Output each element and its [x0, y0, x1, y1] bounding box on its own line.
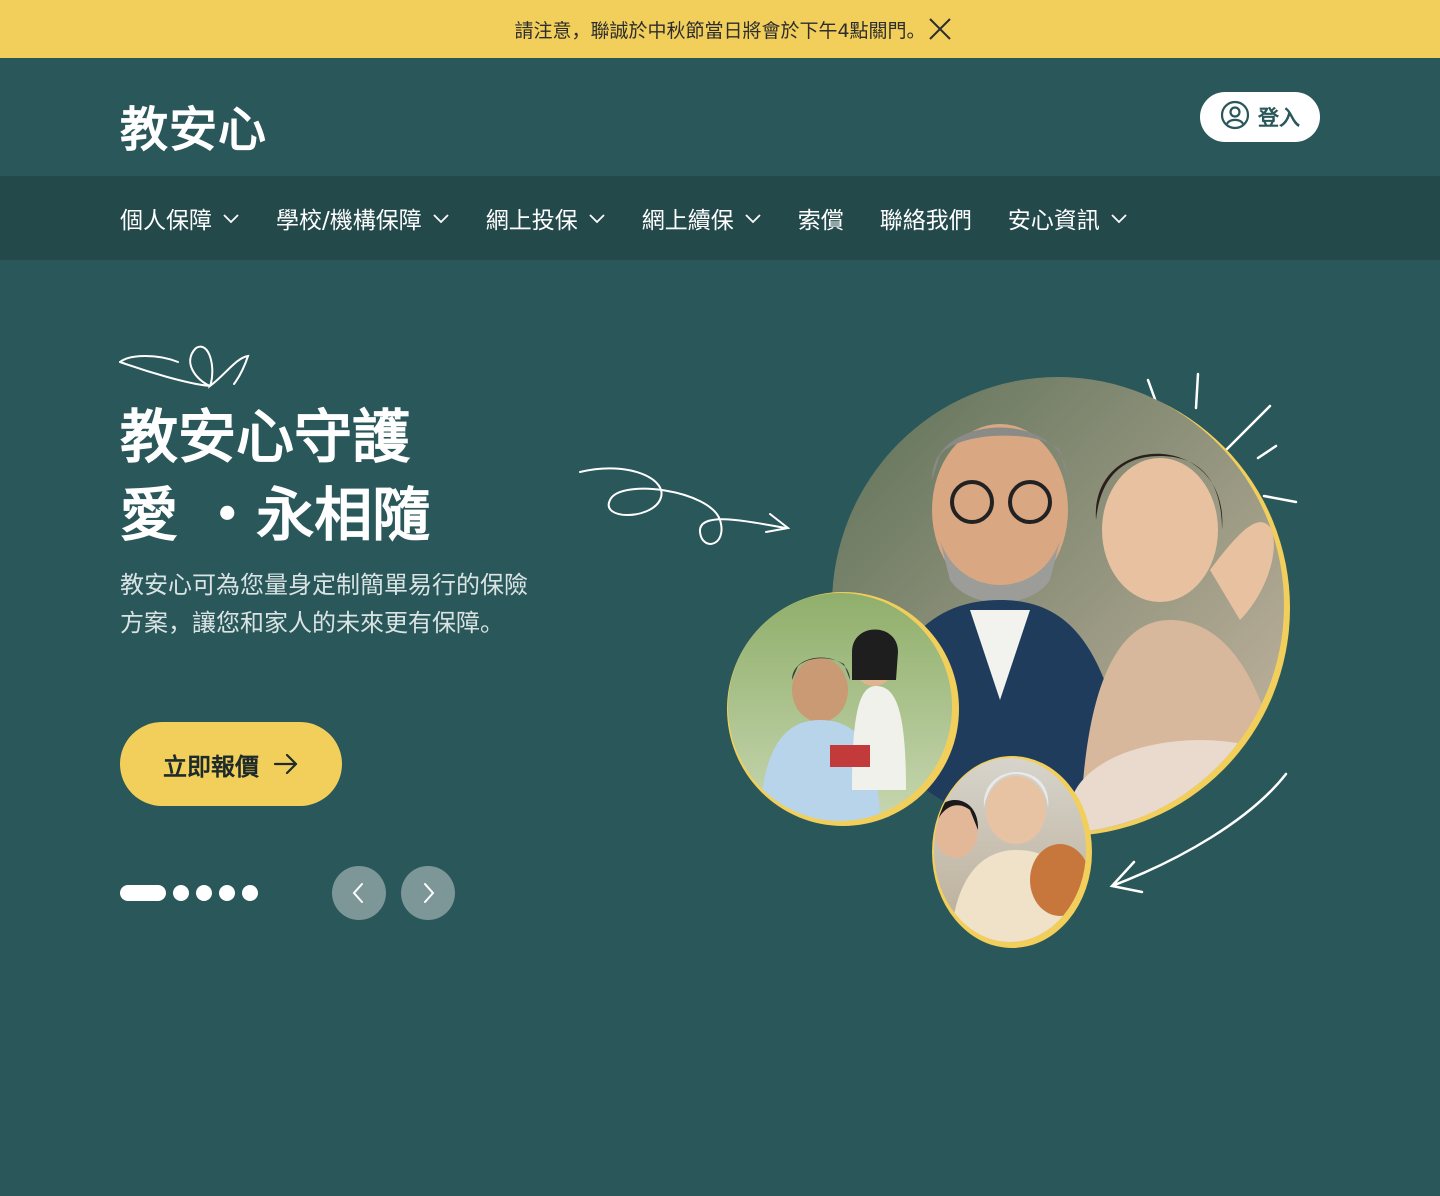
- nav-item-online-apply[interactable]: 網上投保: [486, 201, 606, 235]
- login-label: 登入: [1258, 106, 1300, 130]
- hero-photo-collage: [560, 360, 1320, 960]
- arrow-right-icon: [273, 753, 298, 775]
- carousel-dot[interactable]: [219, 885, 235, 901]
- hero-title: 教安心守護 愛 ・永相隨: [120, 398, 580, 554]
- nav-item-label: 網上投保: [485, 208, 578, 234]
- chevron-down-icon: [589, 214, 605, 224]
- chevron-down-icon: [223, 214, 239, 224]
- squiggle-decoration: [119, 345, 250, 389]
- chevron-down-icon: [433, 214, 449, 224]
- carousel-dot[interactable]: [242, 885, 258, 901]
- user-icon: [1220, 100, 1250, 135]
- nav-item-label: 索償: [797, 208, 844, 234]
- carousel-next-button[interactable]: [401, 866, 455, 920]
- nav-item-label: 學校/機構保障: [276, 208, 422, 234]
- nav-item-label: 網上續保: [641, 208, 734, 234]
- carousel-dot[interactable]: [120, 885, 166, 901]
- announcement-bar: 請注意，聯誠於中秋節當日將會於下午4點關門。: [0, 0, 1440, 58]
- nav-item-claims[interactable]: 索償: [798, 201, 844, 235]
- close-icon[interactable]: [928, 17, 952, 41]
- site-logo[interactable]: 教安心: [120, 90, 267, 160]
- hero-title-line1: 教安心守護: [120, 403, 411, 471]
- chevron-right-icon: [424, 883, 435, 903]
- announcement-text: 請注意，聯誠於中秋節當日將會於下午4點關門。: [514, 19, 926, 42]
- hero-illustration: [579, 372, 1298, 948]
- login-button[interactable]: 登入: [1200, 92, 1320, 142]
- nav-item-contact[interactable]: 聯絡我們: [880, 201, 972, 235]
- nav-item-label: 聯絡我們: [879, 208, 972, 234]
- main-nav: 個人保障 學校/機構保障 網上投保 網上續保 索償 聯絡我們 安心資訊: [0, 176, 1440, 260]
- nav-item-label: 個人保障: [120, 208, 212, 234]
- carousel-indicators: [120, 885, 258, 901]
- cta-label: 立即報價: [163, 752, 259, 781]
- chevron-left-icon: [352, 883, 363, 903]
- nav-item-online-renew[interactable]: 網上續保: [642, 201, 762, 235]
- carousel-dot[interactable]: [196, 885, 212, 901]
- hero-description: 教安心可為您量身定制簡單易行的保險方案，讓您和家人的未來更有保障。: [120, 571, 528, 637]
- nav-item-school[interactable]: 學校/機構保障: [276, 201, 450, 235]
- nav-item-label: 安心資訊: [1007, 208, 1100, 234]
- nav-item-info[interactable]: 安心資訊: [1008, 201, 1128, 235]
- site-header: 教安心 登入: [0, 58, 1440, 176]
- carousel-prev-button[interactable]: [332, 866, 386, 920]
- chevron-down-icon: [1111, 214, 1127, 224]
- get-quote-button[interactable]: 立即報價: [120, 722, 342, 806]
- hero-title-line2: 愛 ・永相隨: [120, 481, 431, 549]
- chevron-down-icon: [745, 214, 761, 224]
- nav-item-personal[interactable]: 個人保障: [120, 201, 240, 235]
- carousel-dot[interactable]: [173, 885, 189, 901]
